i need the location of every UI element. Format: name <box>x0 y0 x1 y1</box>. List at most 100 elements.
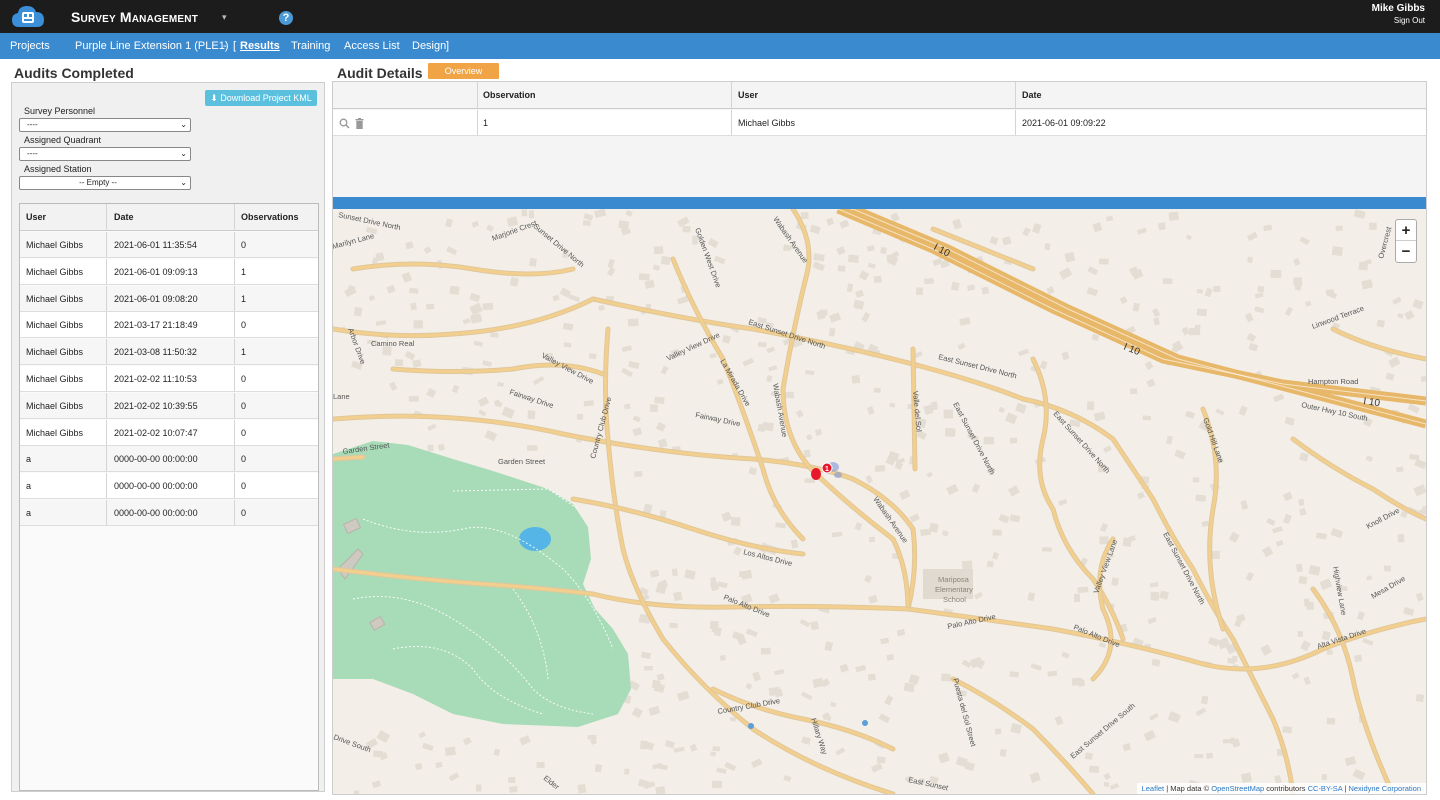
row-date: 0000-00-00 00:00:00 <box>114 454 198 465</box>
tab-design[interactable]: Design <box>412 40 446 52</box>
nav-bracket-close: ] <box>446 40 450 52</box>
row-user: Michael Gibbs <box>26 347 84 358</box>
assigned-quadrant-label: Assigned Quadrant <box>24 135 102 145</box>
row-observations: 1 <box>241 347 247 358</box>
row-observations: 0 <box>241 508 247 518</box>
zoom-in-button[interactable]: + <box>1396 220 1416 241</box>
map-label-mariposa: Mariposa <box>938 575 970 584</box>
row-observations: 0 <box>241 427 247 438</box>
attribution-contributors: contributors <box>1266 784 1306 793</box>
survey-personnel-label: Survey Personnel <box>24 106 96 116</box>
table-row[interactable]: a 0000-00-00 00:00:00 0 <box>20 446 318 473</box>
leaflet-link[interactable]: Leaflet <box>1142 784 1165 793</box>
osm-link[interactable]: OpenStreetMap <box>1211 784 1264 793</box>
nav-separator: - <box>223 40 227 52</box>
trash-icon[interactable] <box>355 118 364 129</box>
marker-count: 1 <box>825 466 829 473</box>
map-label-drive-south: Drive South <box>333 732 372 754</box>
table-row[interactable]: a 0000-00-00 00:00:00 0 <box>20 473 318 500</box>
zoom-out-button[interactable]: − <box>1396 241 1416 262</box>
tab-results[interactable]: Results <box>240 40 280 52</box>
observation-user: Michael Gibbs <box>738 118 796 128</box>
audits-table: User Date Observations Michael Gibbs 2021… <box>19 203 319 791</box>
table-row[interactable]: Michael Gibbs 2021-02-02 10:39:55 0 <box>20 392 318 419</box>
map-label-mesa: Mesa Drive <box>1370 574 1407 601</box>
user-name: Mike Gibbs <box>1371 3 1425 14</box>
map-label-school: School <box>943 595 966 604</box>
row-observations: 0 <box>241 481 247 492</box>
map-label-valley-view-lane: Valley View Lane <box>1091 538 1119 594</box>
map-divider-bar <box>333 197 1426 209</box>
column-date[interactable]: Date <box>114 204 134 230</box>
project-nav: Projects Purple Line Extension 1 (PLE1) … <box>0 33 1440 59</box>
map-attribution: Leaflet | Map data © OpenStreetMap contr… <box>1136 783 1426 794</box>
column-observation[interactable]: Observation <box>483 82 536 108</box>
map-canvas[interactable]: 1 I 10I 10I 10Sunset Drive NorthSunset D… <box>333 209 1426 794</box>
top-bar: Survey Management ▾ ? Mike Gibbs Sign Ou… <box>0 0 1440 33</box>
map-label-fairway-2: Fairway Drive <box>695 410 742 428</box>
download-kml-button[interactable]: ⬇ Download Project KML <box>205 90 317 106</box>
row-observations: 0 <box>241 374 247 384</box>
table-row[interactable]: Michael Gibbs 2021-03-17 21:18:49 0 <box>20 312 318 339</box>
map-label-fairway: Fairway Drive <box>508 387 554 410</box>
assigned-station-value: -- Empty -- <box>79 178 117 187</box>
search-icon[interactable] <box>339 118 350 129</box>
cloud-logo-icon[interactable] <box>10 3 46 30</box>
map-label-elder: Elder <box>542 773 562 791</box>
table-row[interactable]: Michael Gibbs 2021-06-01 09:09:13 1 <box>20 258 318 285</box>
column-user[interactable]: User <box>26 204 46 230</box>
nav-projects[interactable]: Projects <box>10 40 50 52</box>
cc-by-sa-link[interactable]: CC-BY-SA <box>1308 784 1343 793</box>
audits-table-header: User Date Observations <box>20 204 318 231</box>
row-user: a <box>26 454 32 465</box>
row-date: 0000-00-00 00:00:00 <box>114 481 198 492</box>
map-label-hampton: Hampton Road <box>1308 377 1358 386</box>
tab-training[interactable]: Training <box>291 40 330 52</box>
row-user: Michael Gibbs <box>26 240 84 250</box>
observation-date: 2021-06-01 09:09:22 <box>1022 118 1106 128</box>
table-row[interactable]: a 0000-00-00 00:00:00 0 <box>20 500 318 526</box>
row-user: Michael Gibbs <box>26 427 84 438</box>
chevron-down-icon[interactable]: ▾ <box>222 12 227 23</box>
assigned-station-select[interactable]: -- Empty -- ⌄ <box>19 176 191 190</box>
table-row[interactable]: Michael Gibbs 2021-02-02 10:07:47 0 <box>20 419 318 446</box>
map-label-knoll: Knoll Drive <box>1365 506 1401 531</box>
overview-button[interactable]: Overview <box>428 63 499 79</box>
nav-project-name[interactable]: Purple Line Extension 1 (PLE1) <box>75 40 228 52</box>
chevron-down-icon: ⌄ <box>180 120 187 129</box>
row-date: 2021-03-17 21:18:49 <box>114 320 198 331</box>
tab-access-list[interactable]: Access List <box>344 40 400 52</box>
map-view[interactable]: 1 I 10 I 10 I 10 Sunset Drive North Sunset D… <box>333 209 1426 794</box>
row-user: Michael Gibbs <box>26 374 84 384</box>
assigned-quadrant-select[interactable]: ---- ⌄ <box>19 147 191 161</box>
row-observations: 0 <box>241 400 247 411</box>
nexidyne-link[interactable]: Nexidyne Corporation <box>1348 784 1421 793</box>
table-row[interactable]: Michael Gibbs 2021-02-02 11:10:53 0 <box>20 366 318 392</box>
map-label-ridge-lane: Lane <box>333 392 350 401</box>
download-kml-label: Download Project KML <box>220 93 312 103</box>
row-user: Michael Gibbs <box>26 400 84 411</box>
row-date: 2021-06-01 09:08:20 <box>114 293 198 304</box>
table-row[interactable]: Michael Gibbs 2021-06-01 09:08:20 1 <box>20 285 318 312</box>
table-row[interactable]: Michael Gibbs 2021-03-08 11:50:32 1 <box>20 339 318 366</box>
column-user[interactable]: User <box>738 82 758 108</box>
help-icon[interactable]: ? <box>279 11 293 25</box>
survey-personnel-value: ---- <box>27 120 38 129</box>
row-user: Michael Gibbs <box>26 293 84 304</box>
sign-out-link[interactable]: Sign Out <box>1394 16 1425 25</box>
row-date: 2021-02-02 10:39:55 <box>114 400 198 411</box>
app-title[interactable]: Survey Management <box>71 9 198 25</box>
column-observations[interactable]: Observations <box>241 204 299 230</box>
row-user: a <box>26 481 32 492</box>
row-date: 2021-03-08 11:50:32 <box>114 347 197 358</box>
assigned-station-label: Assigned Station <box>24 164 92 174</box>
column-date[interactable]: Date <box>1022 82 1042 108</box>
audit-details-panel: Observation User Date 1 Michael Gibbs 20… <box>332 81 1427 795</box>
survey-personnel-select[interactable]: ---- ⌄ <box>19 118 191 132</box>
zoom-control: + − <box>1395 219 1417 263</box>
map-label-east-sunset-bottom: East Sunset <box>908 775 950 792</box>
table-row[interactable]: Michael Gibbs 2021-06-01 11:35:54 0 <box>20 232 318 258</box>
table-row[interactable]: 1 Michael Gibbs 2021-06-01 09:09:22 <box>333 110 1426 136</box>
audit-details-heading: Audit Details <box>337 65 423 81</box>
row-date: 0000-00-00 00:00:00 <box>114 508 198 518</box>
